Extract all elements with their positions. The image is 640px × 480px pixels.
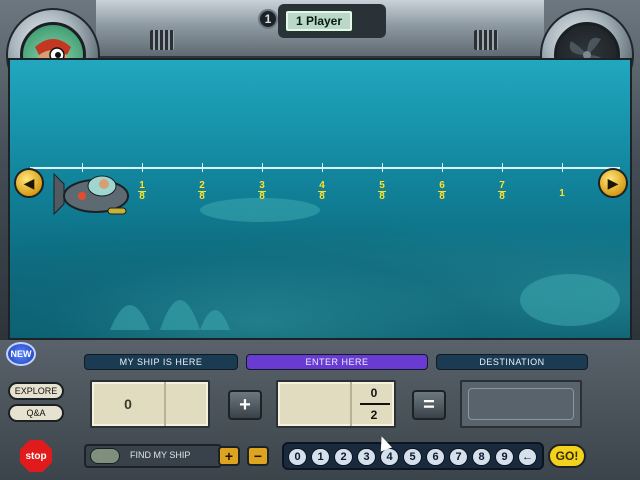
key-7[interactable]: 7 bbox=[449, 448, 468, 466]
number-line-tick bbox=[202, 163, 203, 172]
arrow-right-icon: ▶ bbox=[607, 174, 619, 191]
ship-position-value: 0 bbox=[124, 396, 132, 412]
key-1[interactable]: 1 bbox=[311, 448, 330, 466]
key-2[interactable]: 2 bbox=[334, 448, 353, 466]
new-button[interactable]: NEW bbox=[6, 342, 36, 366]
entry-denominator[interactable]: 2 bbox=[354, 408, 394, 422]
equals-operator: = bbox=[412, 390, 446, 420]
plus-operator: + bbox=[228, 390, 262, 420]
number-line-label-1: 1 bbox=[559, 188, 565, 199]
number-line-label-5-8: 58 bbox=[378, 180, 386, 202]
vent-left bbox=[150, 30, 174, 50]
destination-slot bbox=[468, 388, 574, 420]
qa-button[interactable]: Q&A bbox=[8, 404, 64, 422]
key-6[interactable]: 6 bbox=[426, 448, 445, 466]
key-8[interactable]: 8 bbox=[472, 448, 491, 466]
number-line-label-4-8: 48 bbox=[318, 180, 326, 202]
key-0[interactable]: 0 bbox=[288, 448, 307, 466]
arrow-left-icon: ◀ bbox=[23, 174, 35, 191]
explore-button[interactable]: EXPLORE bbox=[8, 382, 64, 400]
player-mode-button[interactable]: 1 Player bbox=[284, 9, 354, 33]
find-my-ship-label: FIND MY SHIP bbox=[130, 450, 191, 460]
key-3[interactable]: 3 bbox=[357, 448, 376, 466]
number-keypad: 0 1 2 3 4 5 6 7 8 9 ← bbox=[282, 442, 544, 470]
number-line-tick bbox=[142, 163, 143, 172]
number-line-label-3-8: 38 bbox=[258, 180, 266, 202]
subtract-button[interactable]: − bbox=[247, 446, 269, 466]
scroll-right-button[interactable]: ▶ bbox=[598, 168, 628, 198]
number-line-label-6-8: 68 bbox=[438, 180, 446, 202]
ship-finder-icon bbox=[90, 448, 120, 464]
tab-my-ship: MY SHIP IS HERE bbox=[84, 354, 238, 370]
number-line-tick bbox=[562, 163, 563, 172]
destination-display bbox=[460, 380, 582, 428]
find-my-ship-button[interactable]: FIND MY SHIP bbox=[84, 444, 222, 468]
ship-position-display: 0 bbox=[90, 380, 210, 428]
number-line-tick bbox=[382, 163, 383, 172]
vent-right bbox=[474, 30, 498, 50]
ocean-view: 0 18 28 38 48 58 68 78 1 bbox=[8, 58, 632, 340]
player-number-badge: 1 bbox=[258, 9, 278, 29]
scroll-left-button[interactable]: ◀ bbox=[14, 168, 44, 198]
entry-box-divider bbox=[350, 382, 352, 426]
add-button[interactable]: + bbox=[218, 446, 240, 466]
tab-destination: DESTINATION bbox=[436, 354, 588, 370]
number-line-tick bbox=[262, 163, 263, 172]
fraction-bar bbox=[360, 403, 390, 405]
key-5[interactable]: 5 bbox=[403, 448, 422, 466]
go-button[interactable]: GO! bbox=[548, 444, 586, 468]
submarine-icon bbox=[53, 172, 129, 216]
number-line-tick bbox=[502, 163, 503, 172]
number-line-label-2-8: 28 bbox=[198, 180, 206, 202]
key-9[interactable]: 9 bbox=[495, 448, 514, 466]
ship-box-divider bbox=[164, 382, 166, 426]
number-line-label-7-8: 78 bbox=[498, 180, 506, 202]
fraction-entry-field[interactable]: 0 2 bbox=[276, 380, 396, 428]
number-line bbox=[30, 163, 620, 172]
tab-enter-here: ENTER HERE bbox=[246, 354, 428, 370]
number-line-tick bbox=[442, 163, 443, 172]
entry-numerator[interactable]: 0 bbox=[354, 386, 394, 400]
number-line-tick bbox=[322, 163, 323, 172]
backspace-key[interactable]: ← bbox=[518, 448, 537, 466]
